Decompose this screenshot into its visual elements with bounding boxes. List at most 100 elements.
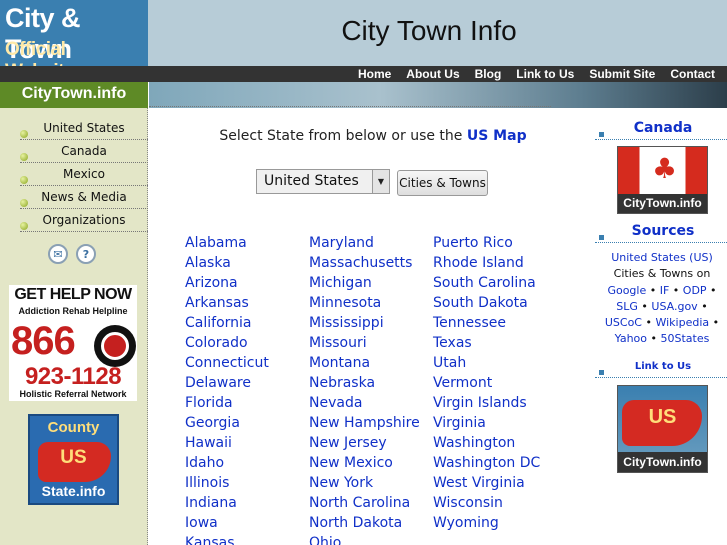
state-link[interactable]: Delaware: [185, 373, 269, 393]
square-bullet-icon: [599, 132, 604, 137]
nav-about-us[interactable]: About Us: [406, 66, 459, 82]
states-column-1: Alabama Alaska Arizona Arkansas California Co…: [185, 233, 269, 545]
state-link[interactable]: New Jersey: [309, 433, 420, 453]
state-link[interactable]: North Carolina: [309, 493, 420, 513]
state-link[interactable]: California: [185, 313, 269, 333]
sidebar-item-canada[interactable]: Canada: [20, 143, 148, 163]
state-link[interactable]: New Hampshire: [309, 413, 420, 433]
state-link[interactable]: Georgia: [185, 413, 269, 433]
state-link[interactable]: Kansas: [185, 533, 269, 545]
brand-name[interactable]: CityTown.info: [0, 85, 148, 103]
citytown-us-logo[interactable]: US CityTown.info: [617, 385, 708, 473]
source-google-link[interactable]: Google: [607, 284, 646, 297]
county-logo-line2: US: [60, 447, 87, 468]
ad-area-code: 866: [11, 319, 76, 363]
state-link[interactable]: Alabama: [185, 233, 269, 253]
state-link[interactable]: Utah: [433, 353, 540, 373]
state-link[interactable]: Mississippi: [309, 313, 420, 333]
canada-heading: Canada: [595, 120, 727, 140]
state-link[interactable]: Maryland: [309, 233, 420, 253]
source-slg-link[interactable]: SLG: [616, 300, 638, 313]
state-link[interactable]: Nevada: [309, 393, 420, 413]
state-link[interactable]: New York: [309, 473, 420, 493]
state-link[interactable]: Washington DC: [433, 453, 540, 473]
source-wikipedia-link[interactable]: Wikipedia: [655, 316, 709, 329]
source-if-link[interactable]: IF: [660, 284, 670, 297]
state-link[interactable]: New Mexico: [309, 453, 420, 473]
sidebar-item-mexico[interactable]: Mexico: [20, 166, 148, 186]
state-link[interactable]: Alaska: [185, 253, 269, 273]
source-usagov-link[interactable]: USA.gov: [651, 300, 697, 313]
state-link[interactable]: South Dakota: [433, 293, 540, 313]
lifebuoy-icon: [94, 325, 136, 367]
state-link[interactable]: Minnesota: [309, 293, 420, 313]
state-link[interactable]: Texas: [433, 333, 540, 353]
sidebar-item-label: Organizations: [42, 213, 126, 227]
source-50states-link[interactable]: 50States: [661, 332, 710, 345]
nav-submit-site[interactable]: Submit Site: [589, 66, 655, 82]
state-link[interactable]: Indiana: [185, 493, 269, 513]
canada-logo-text: CityTown.info: [618, 194, 707, 213]
link-to-us-text[interactable]: Link to Us: [605, 361, 721, 372]
state-link[interactable]: Wisconsin: [433, 493, 540, 513]
state-link[interactable]: Colorado: [185, 333, 269, 353]
state-link[interactable]: Vermont: [433, 373, 540, 393]
state-link[interactable]: Michigan: [309, 273, 420, 293]
state-link[interactable]: Montana: [309, 353, 420, 373]
dropdown-arrow-icon[interactable]: ▼: [372, 170, 389, 193]
state-link[interactable]: West Virginia: [433, 473, 540, 493]
state-link[interactable]: Puerto Rico: [433, 233, 540, 253]
state-link[interactable]: Arkansas: [185, 293, 269, 313]
state-link[interactable]: Wyoming: [433, 513, 540, 533]
help-icon[interactable]: ?: [76, 244, 96, 264]
state-link[interactable]: Connecticut: [185, 353, 269, 373]
state-link[interactable]: Hawaii: [185, 433, 269, 453]
state-link[interactable]: South Carolina: [433, 273, 540, 293]
sidebar-item-label: Canada: [61, 144, 107, 158]
source-uscoc-link[interactable]: USCoC: [605, 316, 642, 329]
state-link[interactable]: Missouri: [309, 333, 420, 353]
state-link[interactable]: Ohio: [309, 533, 420, 545]
state-link[interactable]: North Dakota: [309, 513, 420, 533]
county-state-logo[interactable]: County US State.info: [28, 414, 119, 505]
us-map-link[interactable]: US Map: [467, 128, 527, 144]
ad-subhead: Addiction Rehab Helpline: [18, 306, 128, 316]
state-link[interactable]: Virgin Islands: [433, 393, 540, 413]
square-bullet-icon: [599, 235, 604, 240]
canada-logo[interactable]: ♣ CityTown.info: [617, 146, 708, 214]
states-column-2: Maryland Massachusetts Michigan Minnesota Mi…: [309, 233, 420, 545]
sources-heading-text: Sources: [631, 223, 695, 239]
nav-blog[interactable]: Blog: [475, 66, 502, 82]
source-yahoo-link[interactable]: Yahoo: [615, 332, 647, 345]
sidebar-item-united-states[interactable]: United States: [20, 120, 148, 140]
state-link[interactable]: Illinois: [185, 473, 269, 493]
source-odp-link[interactable]: ODP: [683, 284, 707, 297]
sidebar-item-news-media[interactable]: News & Media: [20, 189, 148, 209]
state-link[interactable]: Florida: [185, 393, 269, 413]
cities-towns-button[interactable]: Cities & Towns: [397, 170, 488, 196]
state-link[interactable]: Tennessee: [433, 313, 540, 333]
state-link[interactable]: Virginia: [433, 413, 540, 433]
state-link[interactable]: Massachusetts: [309, 253, 420, 273]
country-select[interactable]: United States ▼: [256, 169, 390, 194]
state-link[interactable]: Nebraska: [309, 373, 420, 393]
nav-contact[interactable]: Contact: [670, 66, 715, 82]
page-title: City Town Info: [341, 15, 517, 46]
state-link[interactable]: Iowa: [185, 513, 269, 533]
intro-text: Select State from below or use the US Ma…: [190, 128, 556, 144]
site-logo[interactable]: City & Town Official Websites: [0, 0, 148, 82]
state-link[interactable]: Arizona: [185, 273, 269, 293]
nav-home[interactable]: Home: [358, 66, 391, 82]
sources-caption: Cities & Towns on: [613, 267, 711, 281]
intro-label: Select State from below or use the: [219, 128, 463, 144]
mail-icon[interactable]: ✉: [48, 244, 68, 264]
select-value: United States: [264, 173, 359, 189]
help-ad-banner[interactable]: GET HELP NOW Addiction Rehab Helpline 86…: [9, 285, 137, 401]
canada-heading-text[interactable]: Canada: [605, 120, 721, 136]
state-link[interactable]: Idaho: [185, 453, 269, 473]
nav-link-to-us[interactable]: Link to Us: [516, 66, 574, 82]
state-link[interactable]: Rhode Island: [433, 253, 540, 273]
sidebar-item-organizations[interactable]: Organizations: [20, 212, 148, 232]
source-united-states-link[interactable]: United States (US): [611, 251, 713, 264]
state-link[interactable]: Washington: [433, 433, 540, 453]
